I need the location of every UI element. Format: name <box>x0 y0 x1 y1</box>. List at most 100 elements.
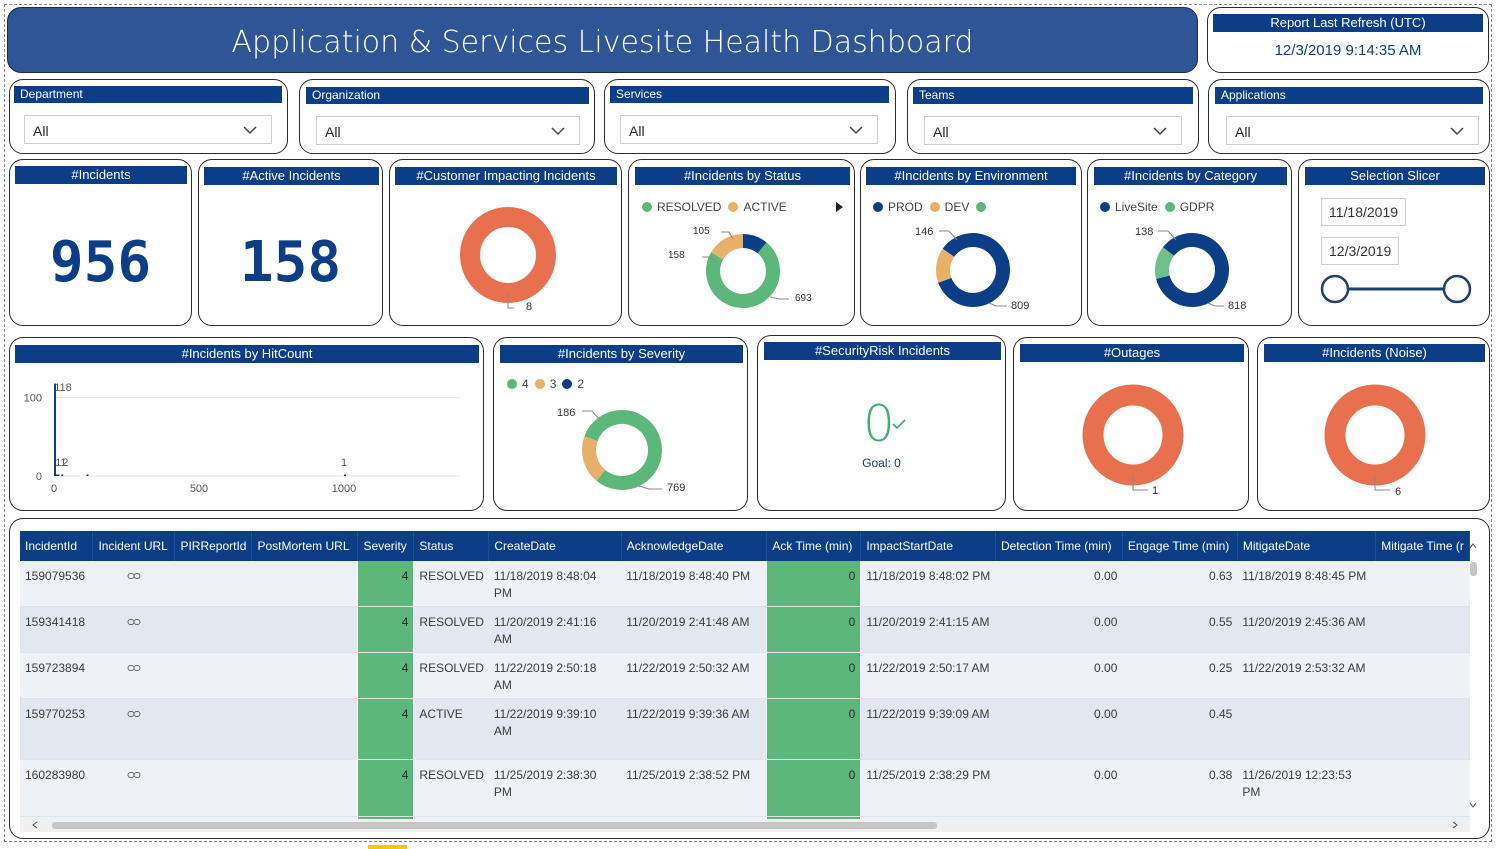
table-cell: 11/20/2019 2:45:36 AM <box>1237 606 1376 653</box>
link-icon[interactable] <box>127 771 141 779</box>
date-range-slider[interactable] <box>1319 273 1474 305</box>
active-incidents-kpi-card[interactable]: #Active Incidents 158 <box>198 159 383 326</box>
legend-dot <box>728 202 739 212</box>
link-icon[interactable] <box>127 710 141 718</box>
donut-slice[interactable] <box>1324 384 1426 486</box>
applications-dropdown[interactable]: All <box>1226 116 1479 145</box>
table-row[interactable]: 160283980 4 RESOLVED 11/25/2019 2:38:30 PM 1… <box>20 759 1470 817</box>
column-header[interactable]: Incident URL <box>92 531 176 561</box>
incident-table[interactable]: IncidentId Incident URL PIRReportId PostMor… <box>20 531 1470 819</box>
security-risk-card[interactable]: #SecurityRisk Incidents 0 Goal: 0 <box>757 335 1006 511</box>
table-row[interactable]: 159723894 4 RESOLVED 11/22/2019 2:50:18 AM 1… <box>20 652 1470 699</box>
noise-card[interactable]: #Incidents (Noise) 6 <box>1257 337 1490 511</box>
refresh-value: 12/3/2019 9:14:35 AM <box>1274 42 1422 59</box>
table-row[interactable]: 159770253 4 ACTIVE 11/22/2019 9:39:10 AM 11/… <box>20 698 1470 760</box>
scroll-left-icon[interactable] <box>30 820 40 830</box>
legend-sev-4[interactable]: 4 <box>522 377 529 391</box>
donut-slice[interactable] <box>711 234 744 260</box>
donut-slice[interactable] <box>1155 247 1175 279</box>
column-header[interactable]: Severity <box>357 531 415 561</box>
link-icon[interactable] <box>127 618 141 626</box>
table-horizontal-scrollbar[interactable] <box>20 819 1470 832</box>
services-dropdown[interactable]: All <box>620 115 878 144</box>
column-header[interactable]: Engage Time (min) <box>1122 531 1238 561</box>
status-label-105: 105 <box>693 226 710 237</box>
services-value: All <box>629 123 645 139</box>
legend-sev-3[interactable]: 3 <box>550 377 557 391</box>
table-cell: 159770253 <box>20 698 93 760</box>
end-date-input[interactable]: 12/3/2019 <box>1321 237 1400 265</box>
customer-impacting-card[interactable]: #Customer Impacting Incidents 8 <box>389 159 622 326</box>
table-row[interactable]: 159341418 4 RESOLVED 11/20/2019 2:41:16 AM 1… <box>20 606 1470 653</box>
security-risk-goal: Goal: 0 <box>862 456 901 470</box>
hitcount-bar[interactable] <box>344 474 346 477</box>
category-chart-card[interactable]: #Incidents by Category LiveSite GDPR 138… <box>1087 159 1292 326</box>
column-header[interactable]: IncidentId <box>20 531 94 561</box>
slider-end-handle[interactable] <box>1442 274 1472 304</box>
table-cell[interactable] <box>92 698 175 760</box>
organization-dropdown[interactable]: All <box>316 116 580 145</box>
column-header[interactable]: Ack Time (min) <box>766 531 862 561</box>
chevron-down-icon <box>849 126 863 135</box>
column-header[interactable]: AcknowledgeDate <box>621 531 768 561</box>
donut-slice[interactable] <box>582 436 606 481</box>
table-cell[interactable] <box>92 561 175 607</box>
y-tick-label: 0 <box>36 471 42 483</box>
table-cell: 11/18/2019 8:48:04 PM <box>488 561 622 607</box>
legend-livesite[interactable]: LiveSite <box>1115 200 1158 214</box>
severity-chart-card[interactable]: #Incidents by Severity 4 3 2 186 769 <box>493 337 748 511</box>
donut-slice[interactable] <box>936 248 955 283</box>
active-incidents-kpi-title: #Active Incidents <box>204 167 379 185</box>
table-cell[interactable] <box>92 606 175 653</box>
donut-slice[interactable] <box>742 234 767 254</box>
category-chart-title: #Incidents by Category <box>1094 167 1287 185</box>
table-vertical-scrollbar[interactable] <box>1469 562 1478 814</box>
hitcount-bar[interactable] <box>61 474 64 476</box>
column-header[interactable]: Mitigate Time (r <box>1375 531 1470 561</box>
link-icon[interactable] <box>127 572 141 580</box>
donut-slice[interactable] <box>1156 233 1229 307</box>
teams-dropdown[interactable]: All <box>924 116 1182 145</box>
legend-resolved[interactable]: RESOLVED <box>657 200 721 214</box>
donut-slice[interactable] <box>1082 384 1184 486</box>
table-cell: 0 <box>766 561 862 607</box>
column-header[interactable]: Detection Time (min) <box>995 531 1123 561</box>
security-risk-title: #SecurityRisk Incidents <box>764 342 1001 360</box>
table-cell: 159723894 <box>20 652 93 699</box>
scroll-right-icon[interactable] <box>1450 820 1460 830</box>
legend-gdpr[interactable]: GDPR <box>1180 200 1215 214</box>
donut-slice[interactable] <box>938 233 1010 307</box>
legend-active[interactable]: ACTIVE <box>743 200 786 214</box>
scroll-up-icon[interactable] <box>1468 541 1478 551</box>
environment-chart-card[interactable]: #Incidents by Environment PROD DEV 146 8… <box>860 159 1082 326</box>
table-cell[interactable] <box>92 759 175 817</box>
incident-table-grid: IncidentId Incident URL PIRReportId PostMor… <box>20 531 1470 819</box>
department-dropdown[interactable]: All <box>24 115 272 144</box>
column-header[interactable]: PostMortem URL <box>251 531 359 561</box>
legend-sev-2[interactable]: 2 <box>577 377 584 391</box>
legend-next-icon[interactable] <box>835 201 845 213</box>
outages-card[interactable]: #Outages 1 <box>1013 337 1249 511</box>
donut-slice[interactable] <box>460 207 556 303</box>
hitcount-bar[interactable] <box>86 474 89 477</box>
table-cell[interactable] <box>92 652 175 699</box>
incidents-kpi-card[interactable]: #Incidents 956 <box>9 159 192 326</box>
legend-dev[interactable]: DEV <box>945 200 970 214</box>
table-cell <box>1375 606 1470 653</box>
column-header[interactable]: Status <box>413 531 490 561</box>
legend-prod[interactable]: PROD <box>888 200 923 214</box>
status-chart-card[interactable]: #Incidents by Status RESOLVED ACTIVE 105… <box>628 159 855 326</box>
column-header[interactable]: PIRReportId <box>174 531 253 561</box>
hitcount-chart-card[interactable]: #Incidents by HitCount 100 0 0 500 1000 118 1 1… <box>9 337 484 511</box>
hitcount-bar[interactable] <box>56 474 59 477</box>
table-cell <box>251 606 358 653</box>
slider-start-handle[interactable] <box>1320 274 1350 304</box>
page-tab-indicator[interactable] <box>368 845 407 849</box>
scroll-down-icon[interactable] <box>1468 800 1478 810</box>
table-row[interactable]: 159079536 4 RESOLVED 11/18/2019 8:48:04 PM 1… <box>20 561 1470 607</box>
column-header[interactable]: CreateDate <box>488 531 622 561</box>
link-icon[interactable] <box>127 664 141 672</box>
start-date-input[interactable]: 11/18/2019 <box>1321 198 1407 226</box>
column-header[interactable]: MitigateDate <box>1237 531 1377 561</box>
column-header[interactable]: ImpactStartDate <box>860 531 996 561</box>
